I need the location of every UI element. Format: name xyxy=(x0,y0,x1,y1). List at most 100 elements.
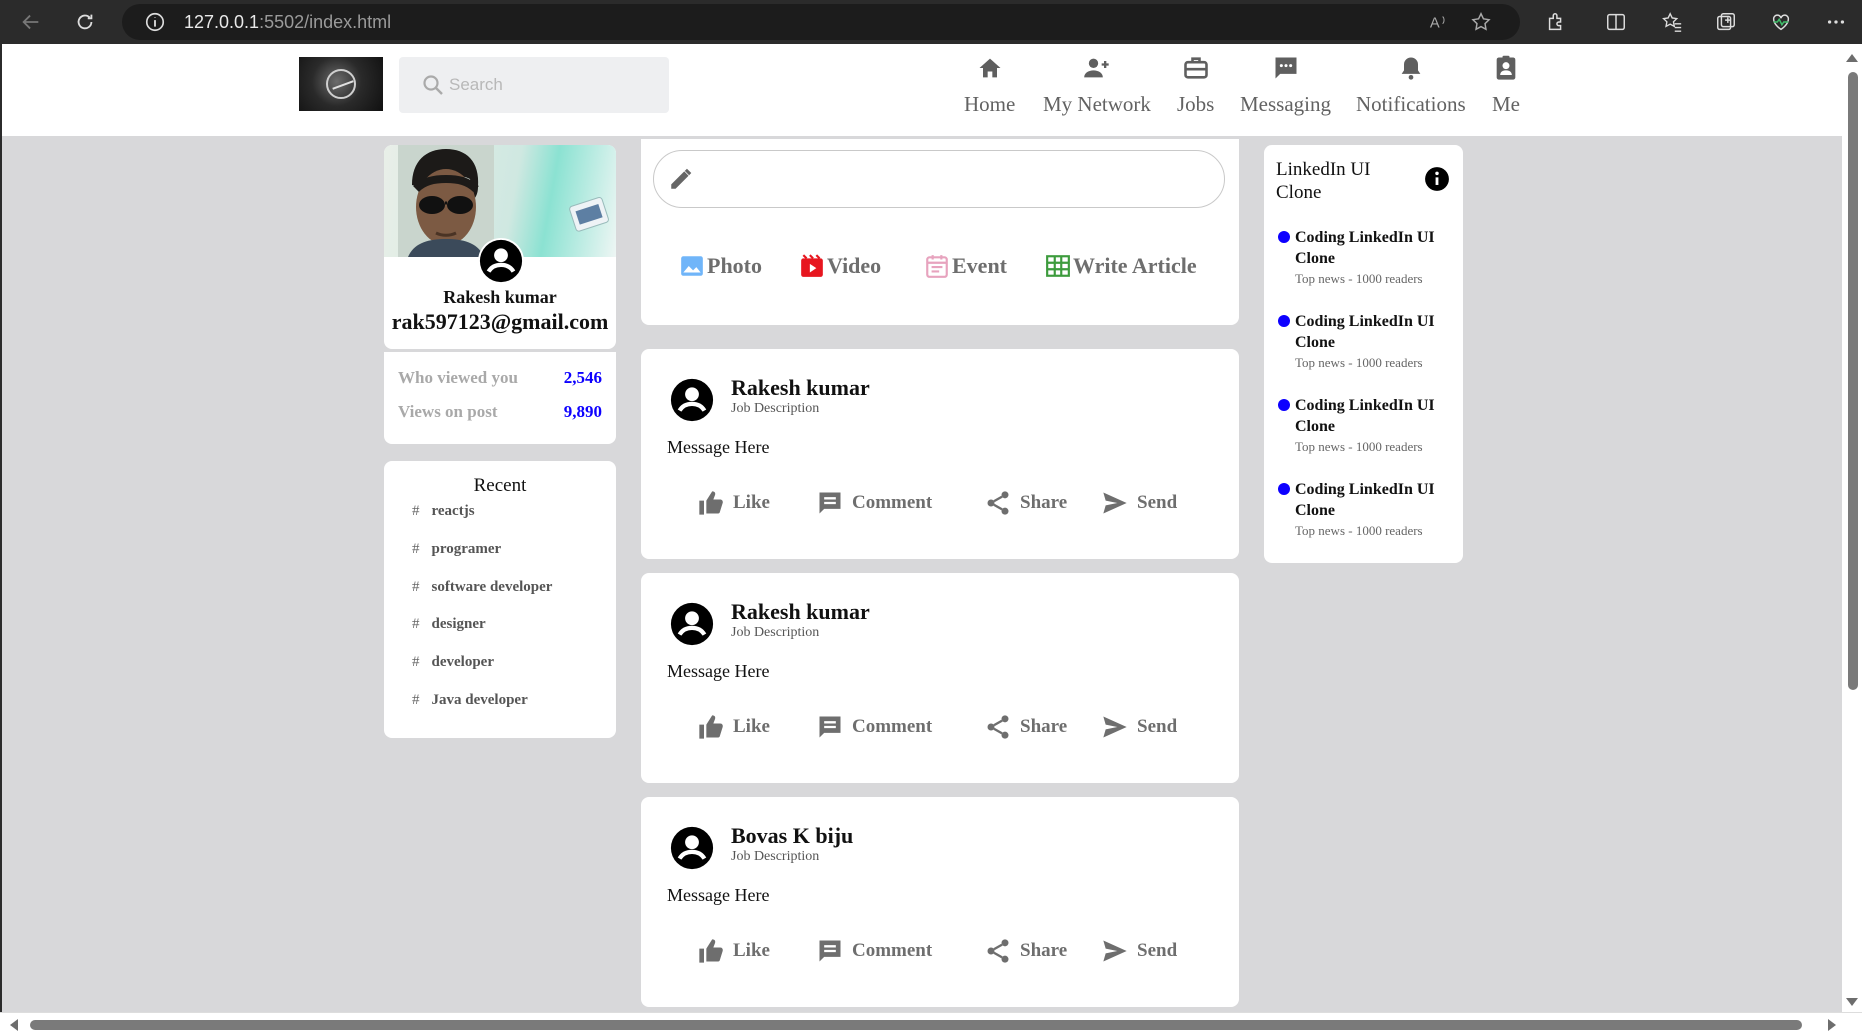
share-button[interactable]: Share xyxy=(984,489,1067,517)
browser-essentials-button[interactable] xyxy=(1768,9,1794,35)
like-button[interactable]: Like xyxy=(697,937,770,965)
puzzle-icon xyxy=(1548,13,1562,31)
nav-jobs-label: Jobs xyxy=(1177,92,1215,116)
recent-tag[interactable]: # designer xyxy=(412,616,486,633)
recent-tag[interactable]: # reactjs xyxy=(412,503,475,520)
address-bar[interactable]: 127.0.0.1:5502/index.html A xyxy=(122,4,1520,40)
nav-messaging[interactable]: Messaging xyxy=(1240,54,1331,117)
info-icon[interactable] xyxy=(1424,166,1450,192)
event-icon xyxy=(926,255,948,278)
stat-value: 2,546 xyxy=(563,368,602,387)
scroll-left-arrow-icon[interactable] xyxy=(10,1019,18,1031)
share-button[interactable]: Share xyxy=(984,713,1067,741)
logo[interactable] xyxy=(299,57,383,111)
send-button[interactable]: Send xyxy=(1101,489,1177,517)
reload-button[interactable] xyxy=(70,7,100,37)
post-avatar-icon[interactable] xyxy=(669,377,715,423)
news-item[interactable]: Coding LinkedIn UI Clone Top news - 1000… xyxy=(1278,227,1458,287)
comment-button[interactable]: Comment xyxy=(816,489,932,517)
split-screen-icon xyxy=(1607,13,1625,31)
split-screen-button[interactable] xyxy=(1603,9,1629,35)
favorites-button[interactable] xyxy=(1659,9,1685,35)
thumbs-up-icon xyxy=(699,939,723,963)
photo-button[interactable]: Photo xyxy=(679,253,762,279)
scroll-up-arrow-icon[interactable] xyxy=(1846,54,1858,62)
post-avatar-icon[interactable] xyxy=(669,825,715,871)
video-label: Video xyxy=(827,253,882,278)
vertical-scroll-thumb[interactable] xyxy=(1848,72,1858,690)
nav-notifications[interactable]: Notifications xyxy=(1356,54,1466,117)
video-icon xyxy=(801,254,823,277)
post-card: Rakesh kumar Job Description Message Her… xyxy=(641,573,1239,783)
avatar-icon[interactable] xyxy=(478,238,524,284)
page-viewport: Home My Network Jobs Messaging Notificat… xyxy=(2,44,1842,1012)
post-card: Rakesh kumar Job Description Message Her… xyxy=(641,349,1239,559)
comment-button[interactable]: Comment xyxy=(816,937,932,965)
nav-my-network[interactable]: My Network xyxy=(1043,54,1151,117)
favorite-star-icon[interactable] xyxy=(1470,11,1492,33)
stat-label: Who viewed you xyxy=(398,368,518,387)
recent-tag[interactable]: # developer xyxy=(412,654,494,671)
write-article-label: Write Article xyxy=(1073,253,1197,278)
post-author-description: Job Description xyxy=(731,849,820,864)
collections-button[interactable] xyxy=(1713,9,1739,35)
horizontal-scrollbar[interactable] xyxy=(0,1012,1862,1036)
recent-tag[interactable]: # Java developer xyxy=(412,692,528,709)
like-button[interactable]: Like xyxy=(697,713,770,741)
nav-jobs[interactable]: Jobs xyxy=(1177,54,1214,117)
nav-home[interactable]: Home xyxy=(964,54,1015,117)
nav-me-label: Me xyxy=(1492,92,1520,116)
more-menu-button[interactable] xyxy=(1823,9,1849,35)
start-post-input[interactable] xyxy=(653,150,1225,208)
nav-me[interactable]: Me xyxy=(1492,54,1520,117)
post-avatar-icon[interactable] xyxy=(669,601,715,647)
stat-who-viewed[interactable]: Who viewed you 2,546 xyxy=(398,368,602,388)
comment-button[interactable]: Comment xyxy=(816,713,932,741)
collections-icon xyxy=(1717,13,1735,31)
profile-card: Rakesh kumar rak597123@gmail.com xyxy=(384,145,616,349)
recent-tag[interactable]: # software developer xyxy=(412,579,552,596)
post-author-name[interactable]: Rakesh kumar xyxy=(731,599,870,625)
scroll-down-arrow-icon[interactable] xyxy=(1846,998,1858,1006)
news-item[interactable]: Coding LinkedIn UI Clone Top news - 1000… xyxy=(1278,395,1458,455)
news-title: LinkedIn UI Clone xyxy=(1276,159,1371,203)
profile-name[interactable]: Rakesh kumar xyxy=(384,287,616,308)
news-item[interactable]: Coding LinkedIn UI Clone Top news - 1000… xyxy=(1278,311,1458,371)
bullet-dot-icon xyxy=(1278,399,1290,411)
post-author-name[interactable]: Bovas K biju xyxy=(731,823,853,849)
post-message: Message Here xyxy=(667,885,770,905)
bullet-dot-icon xyxy=(1278,315,1290,327)
search-input[interactable] xyxy=(449,75,649,95)
vertical-scrollbar[interactable] xyxy=(1842,44,1862,1012)
svg-text:A: A xyxy=(1430,16,1440,32)
send-button[interactable]: Send xyxy=(1101,937,1177,965)
recent-title: Recent xyxy=(473,475,527,496)
send-button[interactable]: Send xyxy=(1101,713,1177,741)
briefcase-icon xyxy=(1183,57,1208,79)
news-item-title: Coding LinkedIn UI Clone xyxy=(1295,313,1435,351)
video-button[interactable]: Video xyxy=(799,253,881,279)
write-article-button[interactable]: Write Article xyxy=(1045,253,1197,279)
like-button[interactable]: Like xyxy=(697,489,770,517)
stat-views-on-post[interactable]: Views on post 9,890 xyxy=(398,402,602,422)
back-button[interactable] xyxy=(16,7,46,37)
search-box[interactable] xyxy=(399,57,669,113)
event-label: Event xyxy=(952,253,1007,278)
send-icon xyxy=(1103,716,1127,738)
pencil-icon xyxy=(671,168,692,189)
horizontal-scroll-thumb[interactable] xyxy=(30,1020,1802,1030)
scroll-right-arrow-icon[interactable] xyxy=(1828,1019,1836,1031)
share-button[interactable]: Share xyxy=(984,937,1067,965)
heart-pulse-icon xyxy=(1772,14,1790,31)
recent-card: Recent # reactjs # programer # software dev… xyxy=(384,461,616,738)
read-aloud-icon[interactable]: A xyxy=(1428,11,1450,33)
site-info-icon[interactable] xyxy=(144,11,166,33)
post-author-name[interactable]: Rakesh kumar xyxy=(731,375,870,401)
news-item[interactable]: Coding LinkedIn UI Clone Top news - 1000… xyxy=(1278,479,1458,539)
hashtag-icon: # xyxy=(412,503,420,519)
news-item-subtitle: Top news - 1000 readers xyxy=(1295,439,1423,454)
event-button[interactable]: Event xyxy=(924,253,1007,279)
nav-messaging-label: Messaging xyxy=(1240,92,1331,116)
recent-tag[interactable]: # programer xyxy=(412,541,501,558)
extensions-button[interactable] xyxy=(1543,9,1569,35)
